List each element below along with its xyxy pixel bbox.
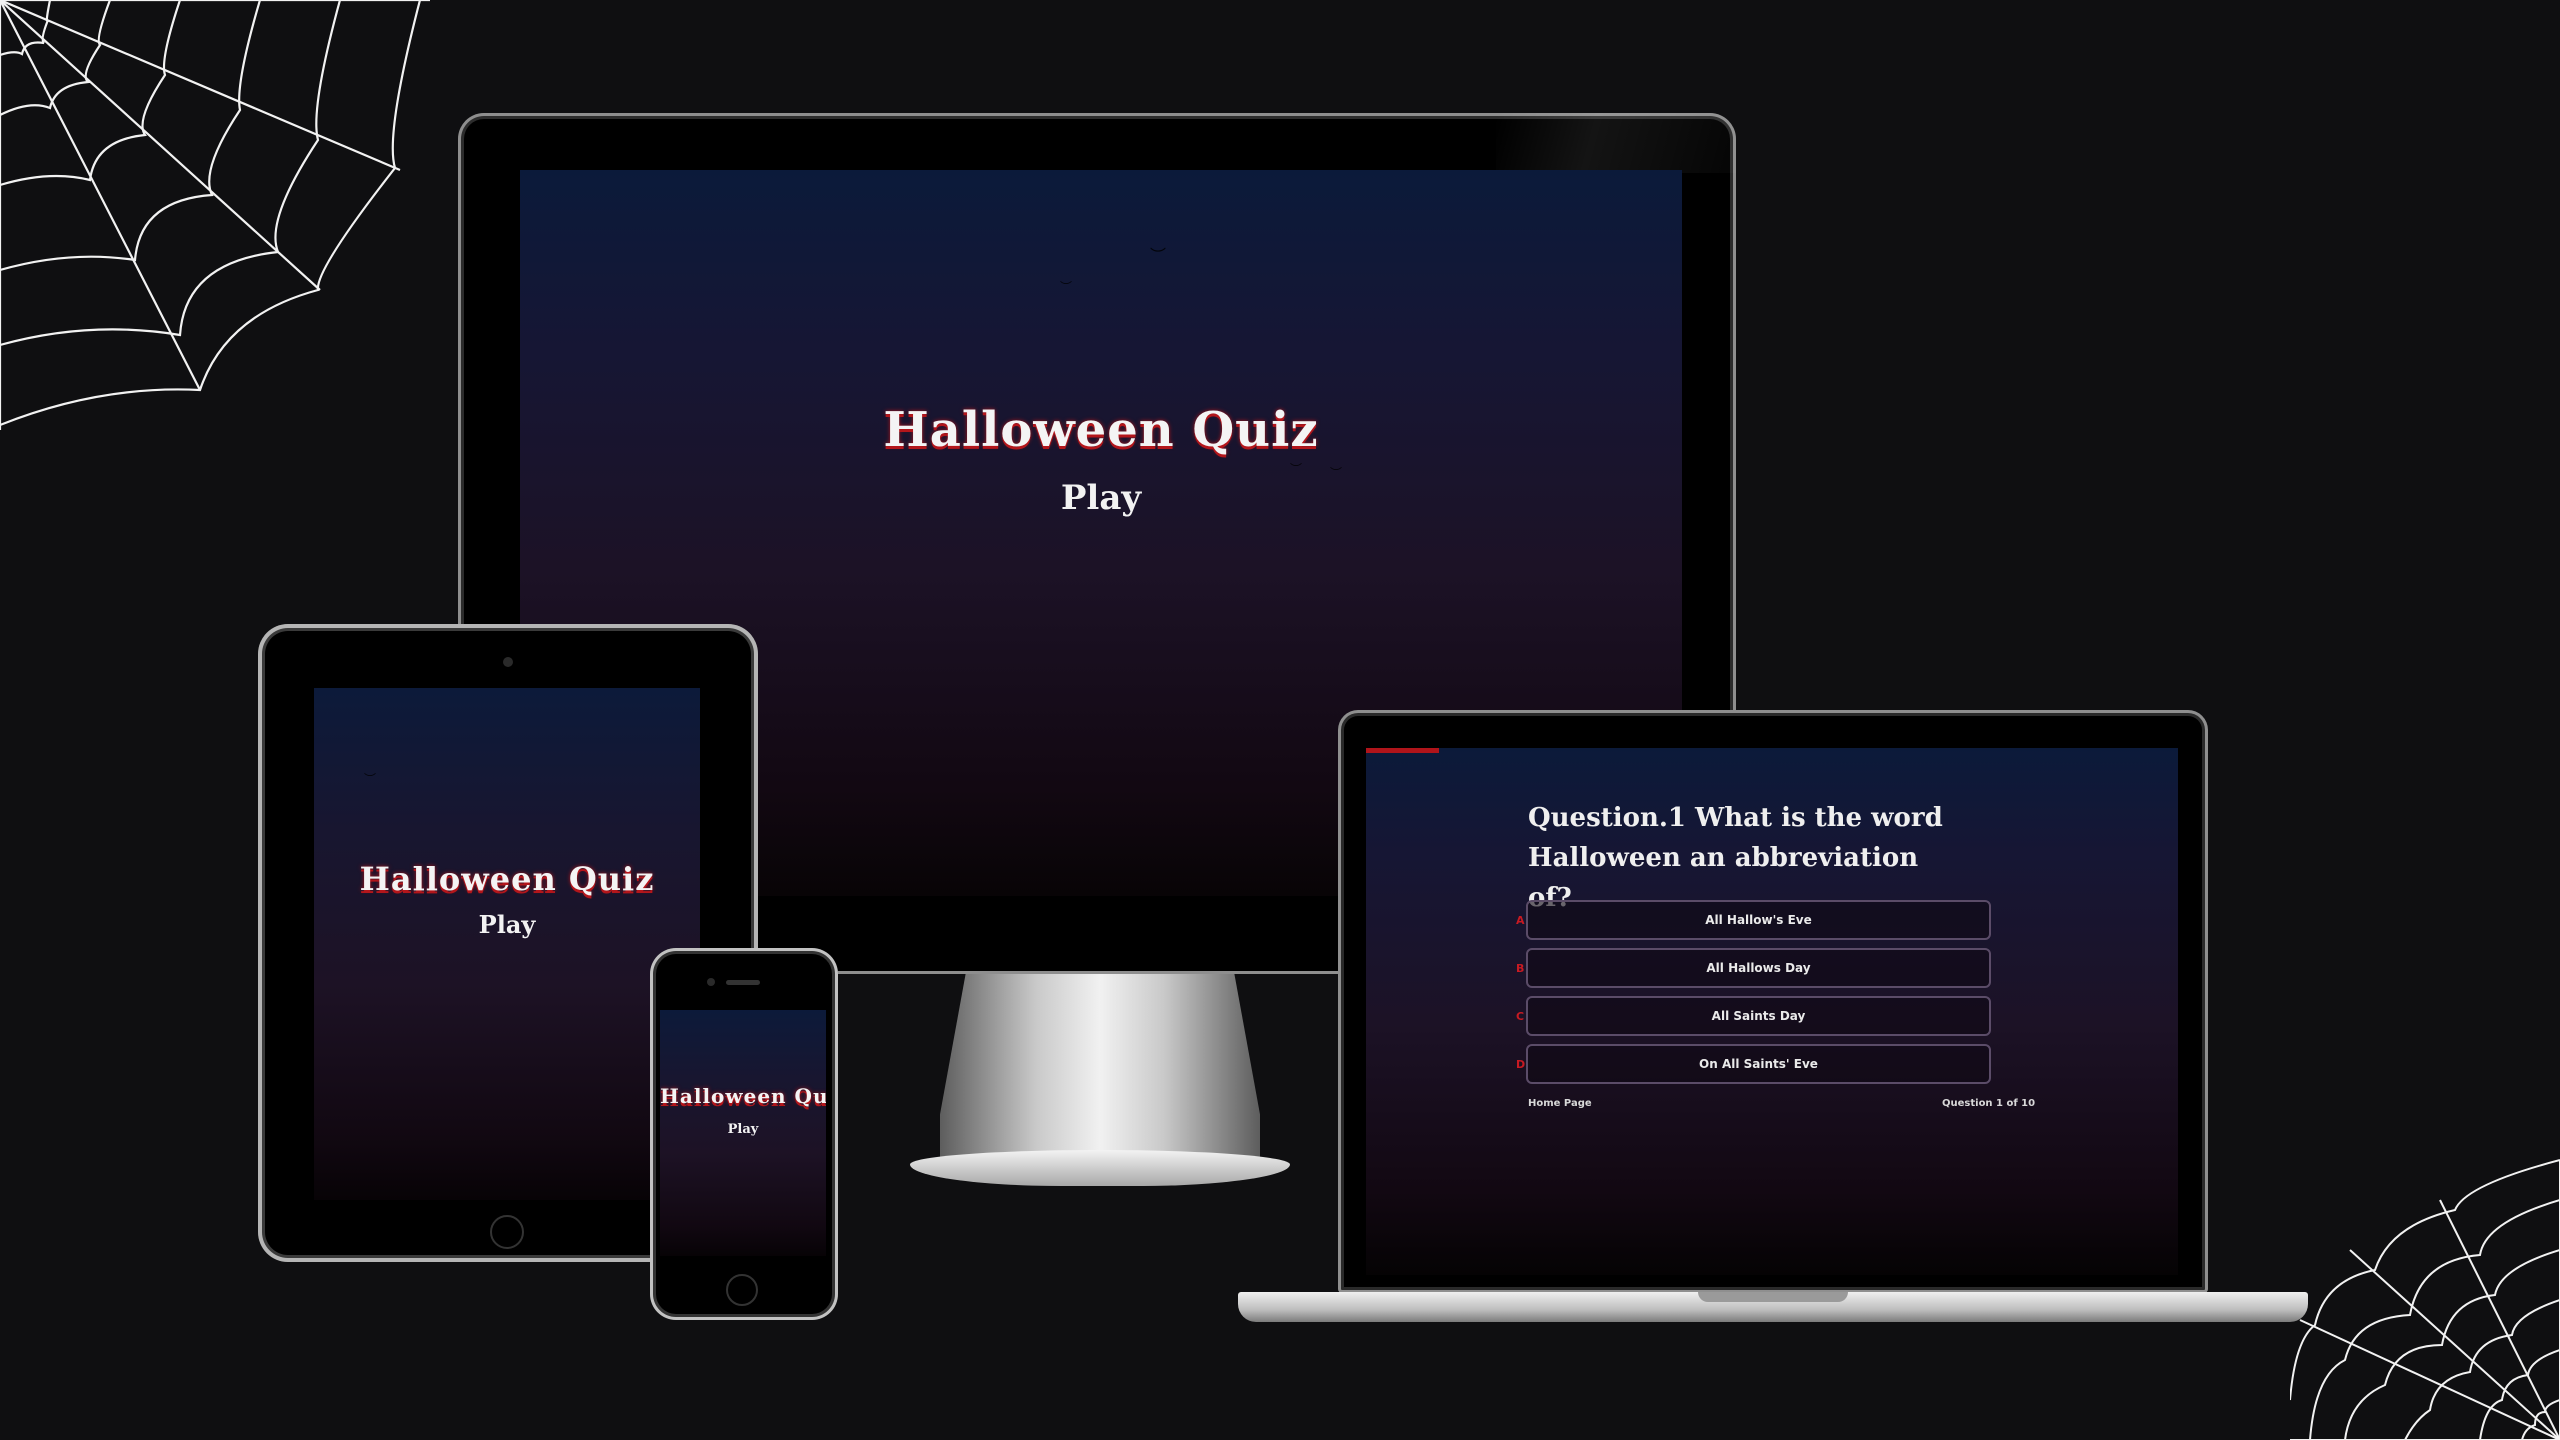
play-button[interactable]: Play	[520, 478, 1682, 518]
bat-icon: ︶	[1060, 280, 1073, 294]
phone-camera-icon	[707, 978, 715, 986]
phone-speaker-icon	[726, 980, 760, 985]
answer-button-b[interactable]: All Hallows Day	[1526, 948, 1991, 988]
answer-letter: A	[1516, 914, 1525, 927]
laptop-opening-notch	[1698, 1292, 1848, 1302]
tablet-camera-icon	[503, 657, 513, 667]
quiz-progress-bar	[1366, 748, 1439, 753]
answer-letter: B	[1516, 962, 1525, 975]
home-page-link[interactable]: Home Page	[1528, 1098, 1592, 1109]
answer-option[interactable]: D On All Saints' Eve	[1516, 1044, 1991, 1086]
bat-icon: ︶	[364, 772, 377, 786]
answer-letter: C	[1516, 1010, 1525, 1023]
answer-button-a[interactable]: All Hallow's Eve	[1526, 900, 1991, 940]
answer-option[interactable]: A All Hallow's Eve	[1516, 900, 1991, 942]
answer-option[interactable]: B All Hallows Day	[1516, 948, 1991, 990]
tablet-screen: ︶ Halloween Quiz Play	[314, 688, 700, 1200]
quiz-title: Halloween Quiz	[359, 860, 655, 898]
tablet-home-button-icon	[490, 1215, 524, 1249]
bat-icon: ︶	[1290, 462, 1303, 476]
answer-button-c[interactable]: All Saints Day	[1526, 996, 1991, 1036]
quiz-title: Halloween Quiz	[883, 402, 1319, 458]
play-button[interactable]: Play	[660, 1122, 826, 1137]
answer-option[interactable]: C All Saints Day	[1516, 996, 1991, 1038]
cobweb-bottom-right-icon	[2290, 1150, 2560, 1440]
phone-home-button-icon	[726, 1274, 758, 1306]
monitor-stand-base	[910, 1150, 1290, 1186]
answer-button-d[interactable]: On All Saints' Eve	[1526, 1044, 1991, 1084]
quiz-title: Halloween Quiz	[660, 1084, 826, 1108]
monitor-stand	[940, 974, 1260, 1169]
phone-screen: Halloween Quiz Play	[660, 1010, 826, 1256]
answer-letter: D	[1516, 1058, 1526, 1071]
cobweb-top-left-icon	[0, 0, 440, 440]
bat-icon: ︶	[1150, 246, 1167, 265]
play-button[interactable]: Play	[314, 910, 700, 939]
question-counter: Question 1 of 10	[1942, 1098, 2036, 1109]
laptop-screen: Question.1 What is the word Halloween an…	[1366, 748, 2178, 1275]
